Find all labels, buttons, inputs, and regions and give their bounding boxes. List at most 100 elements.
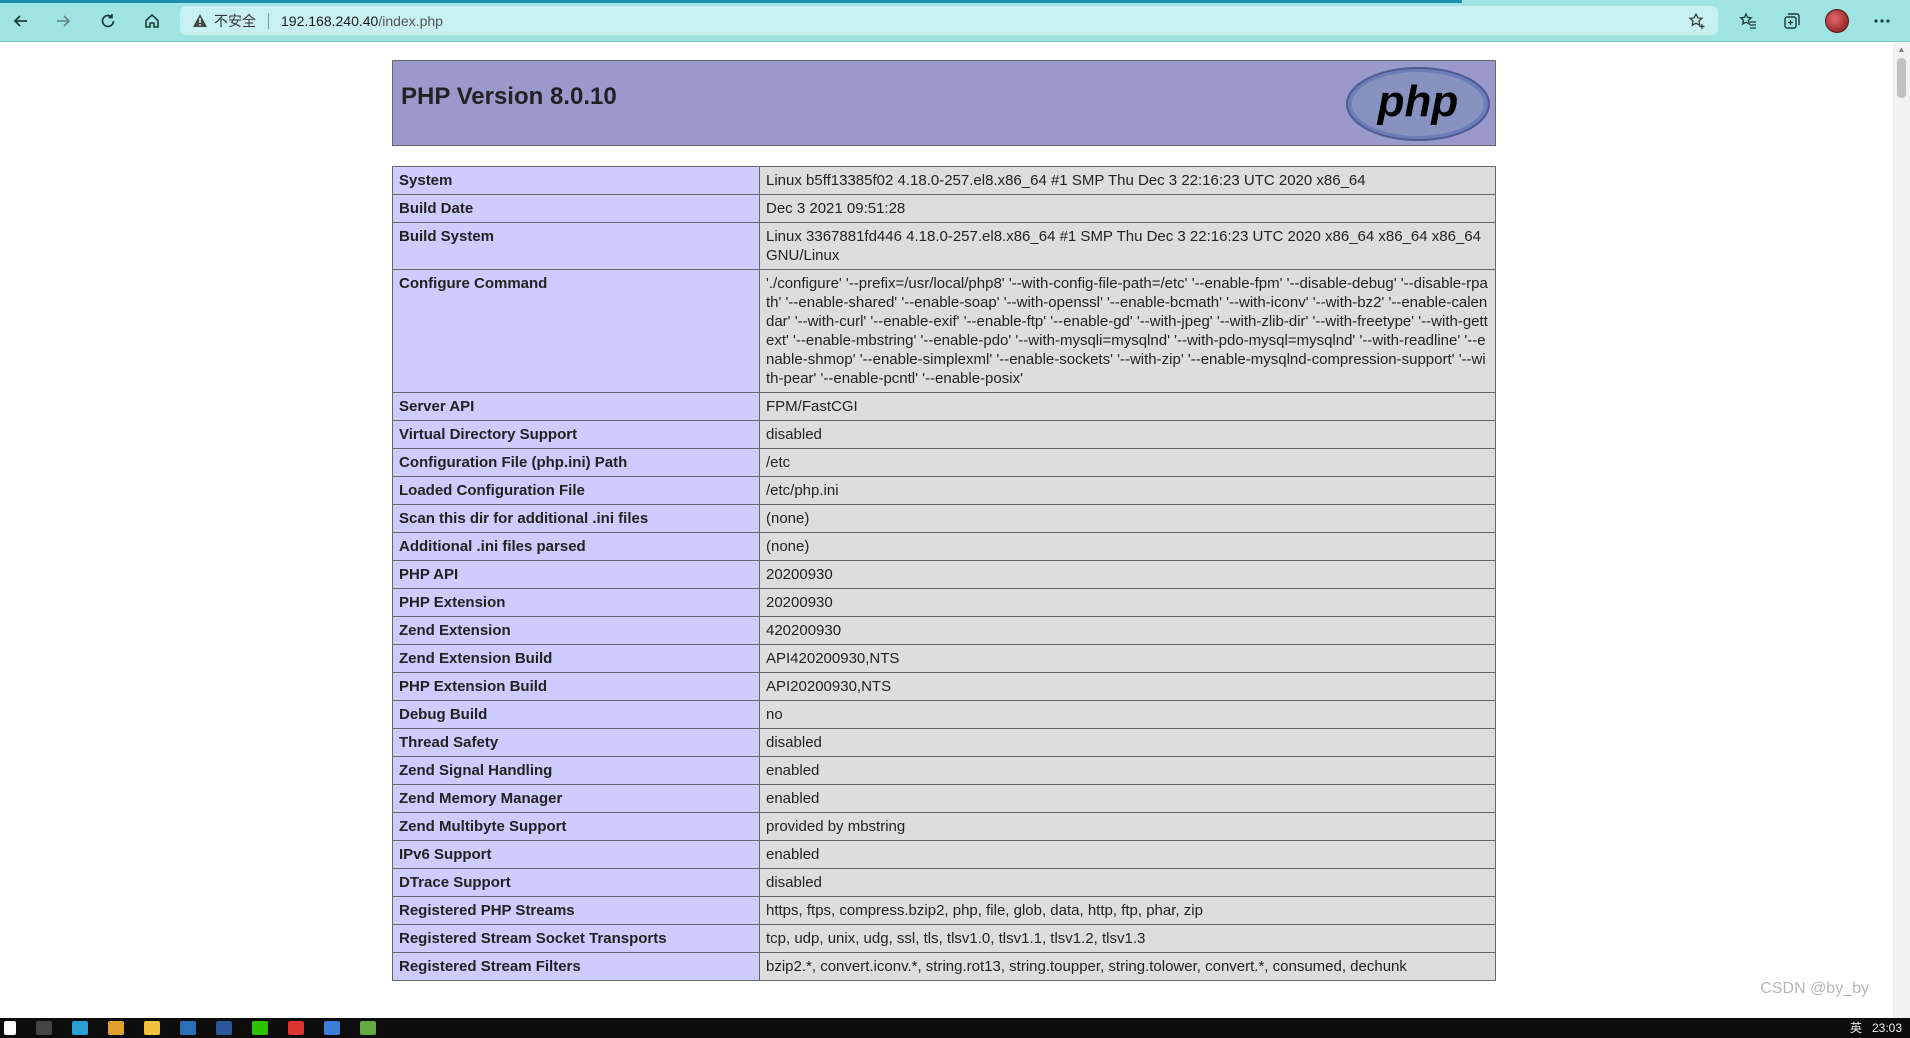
table-row: PHP Extension Build API20200930,NTS — [392, 672, 1496, 701]
row-key: PHP API — [392, 560, 760, 589]
favorites-button[interactable] — [1734, 8, 1762, 34]
app-icon[interactable] — [288, 1021, 304, 1035]
row-key: PHP Extension — [392, 588, 760, 617]
wechat-icon[interactable] — [252, 1021, 268, 1035]
phpinfo-header: PHP Version 8.0.10 php — [392, 60, 1496, 146]
home-button[interactable] — [139, 8, 165, 34]
table-row: Additional .ini files parsed (none) — [392, 532, 1496, 561]
page-viewport: PHP Version 8.0.10 php System Linux b5ff1… — [0, 42, 1893, 1018]
scroll-up-arrow[interactable]: ▲ — [1893, 42, 1910, 56]
row-key: System — [392, 166, 760, 195]
table-row: Zend Multibyte Support provided by mbstri… — [392, 812, 1496, 841]
warning-icon — [193, 14, 207, 27]
page-title: PHP Version 8.0.10 — [401, 83, 617, 110]
php-logo-text: php — [1377, 77, 1459, 126]
arrow-left-icon — [13, 15, 27, 27]
row-value: https, ftps, compress.bzip2, php, file, … — [759, 896, 1496, 925]
word-icon[interactable] — [216, 1021, 232, 1035]
row-key: DTrace Support — [392, 868, 760, 897]
row-value: 20200930 — [759, 588, 1496, 617]
row-key: Registered Stream Socket Transports — [392, 924, 760, 953]
table-row: PHP API 20200930 — [392, 560, 1496, 589]
table-row: Thread Safety disabled — [392, 728, 1496, 757]
table-row: Virtual Directory Support disabled — [392, 420, 1496, 449]
row-key: PHP Extension Build — [392, 672, 760, 701]
home-icon — [145, 13, 159, 28]
address-bar[interactable]: 不安全 192.168.240.40/index.php — [180, 6, 1718, 35]
row-value: API20200930,NTS — [759, 672, 1496, 701]
table-row: Configuration File (php.ini) Path/etc — [392, 448, 1496, 477]
row-value: Linux 3367881fd446 4.18.0-257.el8.x86_64… — [759, 222, 1496, 270]
php-logo[interactable]: php — [1345, 66, 1491, 147]
forward-button[interactable] — [50, 8, 76, 34]
back-button[interactable] — [8, 8, 34, 34]
system-tray[interactable]: 英 23:03 — [1850, 1019, 1902, 1036]
favorites-icon — [1739, 12, 1756, 29]
row-key: Registered Stream Filters — [392, 952, 760, 981]
windows-taskbar: 英 23:03 — [0, 1018, 1910, 1038]
file-explorer-icon[interactable] — [144, 1021, 160, 1035]
vertical-scrollbar[interactable]: ▲ — [1893, 42, 1910, 1018]
row-value: tcp, udp, unix, udg, ssl, tls, tlsv1.0, … — [759, 924, 1496, 953]
table-row: Build System Linux 3367881fd446 4.18.0-25… — [392, 222, 1496, 270]
row-value: provided by mbstring — [759, 812, 1496, 841]
ime-indicator[interactable]: 英 — [1850, 1021, 1862, 1035]
row-key: Zend Extension Build — [392, 644, 760, 673]
more-icon — [1874, 19, 1890, 23]
page-load-progress — [0, 0, 1462, 3]
collections-button[interactable] — [1778, 8, 1806, 34]
url-text[interactable]: 192.168.240.40/index.php — [281, 13, 443, 29]
row-key: Server API — [392, 392, 760, 421]
info-table-body: System Linux b5ff13385f02 4.18.0-257.el8.… — [392, 166, 1496, 981]
info-table: System Linux b5ff13385f02 4.18.0-257.el8.… — [392, 166, 1496, 981]
php-logo-icon: php — [1346, 67, 1490, 141]
row-key: Virtual Directory Support — [392, 420, 760, 449]
table-row: Registered Stream Filters bzip2.*, conver… — [392, 952, 1496, 981]
photoshop-icon[interactable] — [180, 1021, 196, 1035]
app-icon[interactable] — [360, 1021, 376, 1035]
url-path: /index.php — [378, 12, 443, 29]
row-value: (none) — [759, 532, 1496, 561]
row-key: Build Date — [392, 194, 760, 223]
table-row: PHP Extension 20200930 — [392, 588, 1496, 617]
table-row: Zend Extension Build API420200930,NTS — [392, 644, 1496, 673]
reload-button[interactable] — [95, 8, 121, 34]
security-indicator[interactable]: 不安全 — [192, 11, 256, 31]
settings-menu-button[interactable] — [1868, 8, 1896, 34]
table-row: Zend Extension 420200930 — [392, 616, 1496, 645]
row-value: Linux b5ff13385f02 4.18.0-257.el8.x86_64… — [759, 166, 1496, 195]
row-key: Thread Safety — [392, 728, 760, 757]
security-label: 不安全 — [214, 12, 256, 29]
table-row: Loaded Configuration File/etc/php.ini — [392, 476, 1496, 505]
profile-button[interactable] — [1823, 8, 1851, 34]
browser-toolbar: 不安全 192.168.240.40/index.php — [0, 0, 1910, 42]
url-host: 192.168.240.40 — [281, 12, 379, 29]
table-row: IPv6 Support enabled — [392, 840, 1496, 869]
chrome-browser-icon[interactable] — [108, 1021, 124, 1035]
add-favorite-button[interactable] — [1686, 10, 1708, 32]
table-row: Scan this dir for additional .ini files(… — [392, 504, 1496, 533]
row-value: 420200930 — [759, 616, 1496, 645]
reload-icon — [101, 14, 115, 28]
clock[interactable]: 23:03 — [1872, 1021, 1902, 1035]
watermark: CSDN @by_by — [1760, 980, 1869, 997]
row-key: Zend Memory Manager — [392, 784, 760, 813]
arrow-right-icon — [57, 15, 71, 27]
app-icon[interactable] — [324, 1021, 340, 1035]
row-value: API420200930,NTS — [759, 644, 1496, 673]
row-key: Debug Build — [392, 700, 760, 729]
row-value: /etc/php.ini — [759, 476, 1496, 505]
row-key: Zend Signal Handling — [392, 756, 760, 785]
address-divider — [268, 12, 269, 29]
row-value: /etc — [759, 448, 1496, 477]
scrollbar-thumb[interactable] — [1897, 58, 1906, 98]
row-key: Zend Multibyte Support — [392, 812, 760, 841]
start-icon[interactable] — [4, 1021, 16, 1035]
edge-browser-icon[interactable] — [72, 1021, 88, 1035]
row-value: no — [759, 700, 1496, 729]
avatar — [1825, 9, 1849, 33]
search-icon[interactable] — [36, 1021, 52, 1035]
table-row: Registered Stream Socket Transports tcp, … — [392, 924, 1496, 953]
table-row: Zend Signal Handling enabled — [392, 756, 1496, 785]
row-key: Scan this dir for additional .ini files — [392, 504, 760, 533]
